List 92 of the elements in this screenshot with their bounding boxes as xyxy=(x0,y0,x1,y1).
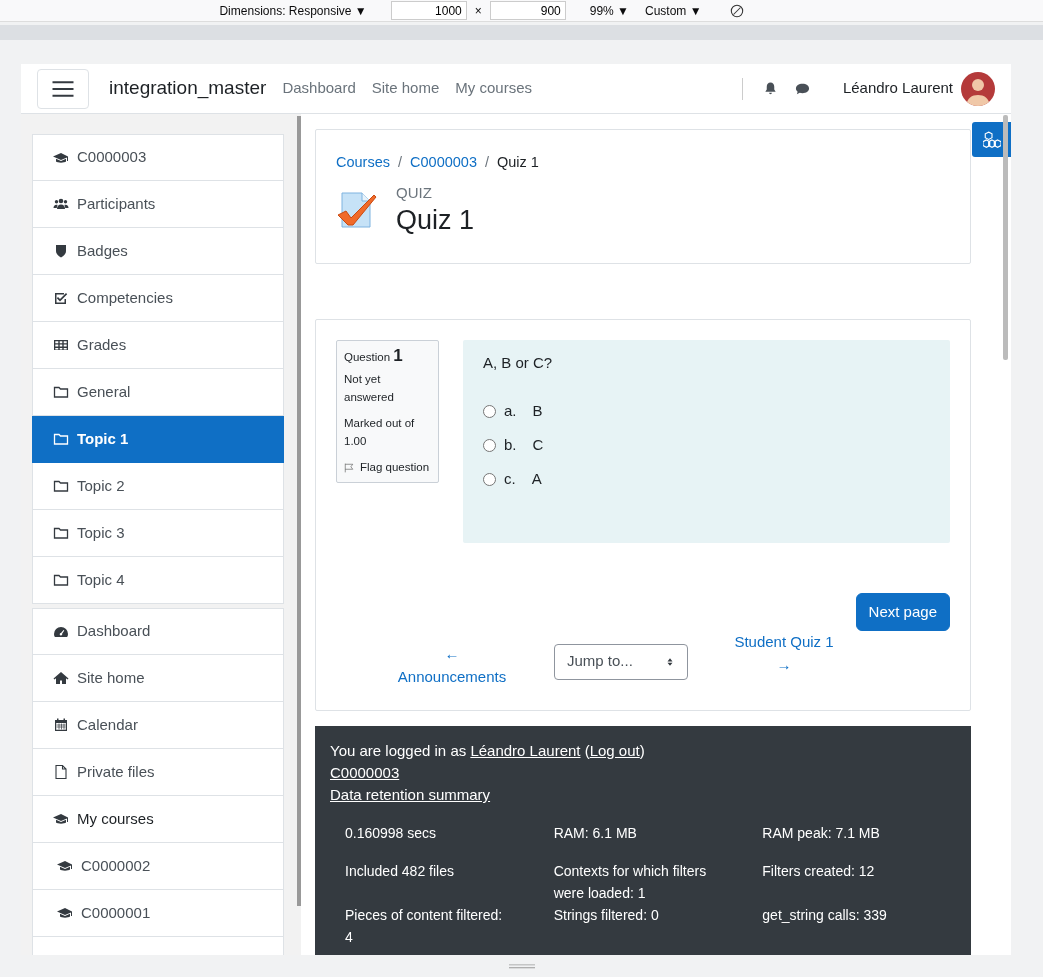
performance-stat: Included 482 files xyxy=(344,862,455,882)
folder-icon xyxy=(53,384,69,400)
profile-link[interactable]: Léandro Laurent xyxy=(470,742,581,760)
option-text: B xyxy=(532,400,543,421)
sidebar-scrollbar[interactable] xyxy=(297,116,301,906)
zoom-dropdown[interactable]: 99% ▼ xyxy=(589,1,629,20)
option-letter: c. xyxy=(504,468,516,489)
option-text: C xyxy=(532,434,544,455)
jump-to-dropdown[interactable]: Jump to... xyxy=(554,643,688,680)
folder-icon xyxy=(53,431,69,447)
sidebar-item[interactable]: Site home xyxy=(32,655,284,702)
page-title: Quiz 1 xyxy=(396,204,475,237)
breadcrumb-link[interactable]: C0000003 xyxy=(410,152,477,174)
previous-activity-link[interactable]: ← Announcements xyxy=(380,643,524,689)
cubes-icon xyxy=(982,130,1001,149)
breadcrumb-separator: / xyxy=(398,153,403,172)
sidebar-item[interactable]: C0000003 xyxy=(32,134,284,181)
radio-button[interactable] xyxy=(483,404,496,418)
shield-icon xyxy=(53,243,69,259)
question-status: Not yet answered xyxy=(344,371,395,405)
times-sign: × xyxy=(474,2,482,20)
folder-icon xyxy=(53,478,69,494)
site-name[interactable]: integration_master xyxy=(109,74,267,103)
table-icon xyxy=(53,337,69,353)
performance-stat: Contexts for which filters were loaded: 1 xyxy=(552,862,708,904)
question-number: Question 1 xyxy=(344,346,404,366)
page-scrollbar[interactable] xyxy=(1003,115,1008,360)
logout-link[interactable]: Log out xyxy=(589,742,640,760)
sidebar-item[interactable]: Competencies xyxy=(32,275,284,322)
question-marks: Marked out of 1.00 xyxy=(344,415,416,449)
performance-stat: Filters created: 12 xyxy=(761,862,876,882)
activity-type: QUIZ xyxy=(396,182,433,203)
login-info: You are logged in as Léandro Laurent (Log out) xyxy=(330,741,646,762)
rotate-icon[interactable] xyxy=(729,3,744,18)
sidebar-item[interactable]: Grades xyxy=(32,322,284,369)
sidebar-item[interactable]: Private files xyxy=(32,749,284,796)
file-icon xyxy=(53,764,69,780)
option-letter: a. xyxy=(504,400,517,421)
performance-stat: 0.160998 secs xyxy=(344,824,438,844)
option-text: A xyxy=(531,468,542,489)
checkbox-icon xyxy=(53,290,69,306)
user-avatar[interactable] xyxy=(961,71,995,106)
answer-option[interactable]: a. B xyxy=(483,398,930,425)
folder-icon xyxy=(53,572,69,588)
flag-question-link[interactable]: Flag question xyxy=(344,457,431,476)
sidebar-item[interactable]: Badges xyxy=(32,228,284,275)
graduation-cap-icon xyxy=(57,905,73,921)
throttling-dropdown[interactable]: Custom ▼ xyxy=(645,1,702,20)
answer-option[interactable]: b. C xyxy=(483,432,930,459)
breadcrumb-link[interactable]: Courses xyxy=(336,152,390,174)
menu-button[interactable] xyxy=(37,68,89,109)
footer-link[interactable]: C0000003 xyxy=(330,764,400,782)
nav-link[interactable]: My courses xyxy=(455,77,532,100)
radio-button[interactable] xyxy=(483,472,496,486)
sidebar-item[interactable]: Participants xyxy=(32,181,284,228)
sidebar-item[interactable]: Topic 1 xyxy=(32,416,284,463)
sidebar-item[interactable]: Topic 3 xyxy=(32,510,284,557)
sidebar-item[interactable]: C0000001 xyxy=(32,890,284,937)
breadcrumb-separator: / xyxy=(484,153,489,172)
width-field[interactable]: 1000 xyxy=(390,1,467,20)
nav-link[interactable]: Site home xyxy=(371,77,440,100)
user-name[interactable]: Léandro Laurent xyxy=(842,77,953,100)
sidebar-item[interactable]: Topic 4 xyxy=(32,557,284,604)
question-text: A, B or C? xyxy=(483,352,554,373)
sidebar-item[interactable]: My courses xyxy=(32,796,284,843)
sidebar-item[interactable]: Topic 2 xyxy=(32,463,284,510)
footer-link[interactable]: Data retention summary xyxy=(330,786,491,804)
users-icon xyxy=(53,196,69,212)
radio-button[interactable] xyxy=(483,438,496,452)
chat-icon[interactable] xyxy=(793,81,811,96)
sidebar-item[interactable]: Dashboard xyxy=(32,608,284,655)
performance-stat: Strings filtered: 0 xyxy=(552,906,660,926)
graduation-cap-icon xyxy=(57,858,73,874)
next-page-button[interactable]: Next page xyxy=(855,592,950,632)
option-letter: b. xyxy=(504,434,517,455)
nav-link[interactable]: Dashboard xyxy=(282,77,356,100)
home-icon xyxy=(53,670,69,686)
dimensions-dropdown[interactable]: Dimensions: Responsive ▼ xyxy=(219,1,367,20)
next-activity-link[interactable]: Student Quiz 1 → xyxy=(734,631,834,677)
folder-icon xyxy=(53,525,69,541)
performance-stat: RAM: 6.1 MB xyxy=(552,824,638,844)
performance-stat: get_string calls: 339 xyxy=(761,906,888,926)
sidebar-item[interactable]: General xyxy=(32,369,284,416)
performance-stat: RAM peak: 7.1 MB xyxy=(761,824,881,844)
answer-option[interactable]: c. A xyxy=(483,466,930,493)
performance-stat: Pieces of content filtered: 4 xyxy=(344,906,504,948)
calendar-icon xyxy=(53,717,69,733)
height-field[interactable]: 900 xyxy=(489,1,566,20)
sidebar-item[interactable]: Calendar xyxy=(32,702,284,749)
graduation-cap-icon xyxy=(53,811,69,827)
breadcrumb-current: Quiz 1 xyxy=(497,153,539,172)
sidebar-item[interactable]: C0000002 xyxy=(32,843,284,890)
